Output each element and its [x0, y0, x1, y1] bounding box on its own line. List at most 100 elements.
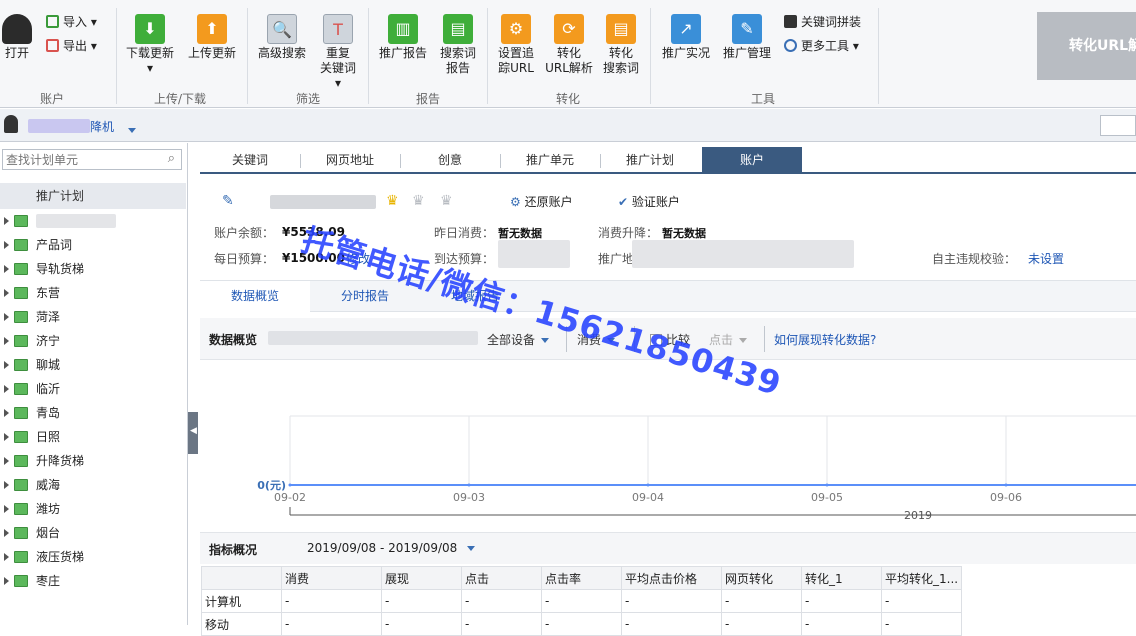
expand-arrow-icon[interactable]: [4, 241, 9, 249]
verify-account-button[interactable]: ✔ 验证账户: [618, 193, 680, 210]
tree-item[interactable]: 烟台: [4, 522, 60, 544]
import-button[interactable]: 导入 ▾: [46, 14, 97, 30]
tree-item[interactable]: 潍坊: [4, 498, 60, 520]
table-cell: -: [621, 612, 722, 636]
tree-item-redacted[interactable]: [4, 210, 116, 232]
date-range-select[interactable]: 2019/09/08 - 2019/09/08: [307, 541, 476, 555]
table-header-cell[interactable]: 平均点击价格: [621, 566, 722, 590]
tree-item[interactable]: 液压货梯: [4, 546, 84, 568]
tree-item[interactable]: 菏泽: [4, 306, 60, 328]
tab-keywords[interactable]: 关键词: [200, 147, 300, 174]
advanced-search-button[interactable]: 🔍 高级搜索: [254, 14, 310, 61]
tree-item[interactable]: 升降货梯: [4, 450, 84, 472]
upload-icon: ⬆: [197, 14, 227, 44]
tree-item[interactable]: 青岛: [4, 402, 60, 424]
table-row: 移动 - - - - - - - -: [201, 612, 963, 636]
folder-icon: [14, 287, 28, 299]
edit-icon[interactable]: ✎: [222, 193, 234, 209]
expand-arrow-icon[interactable]: [4, 481, 9, 489]
expand-arrow-icon[interactable]: [4, 433, 9, 441]
tree-item[interactable]: 东营: [4, 282, 60, 304]
refresh-icon: ⟳: [554, 14, 584, 44]
tree-item[interactable]: 威海: [4, 474, 60, 496]
plan-search-input[interactable]: [3, 150, 153, 169]
convert-url-parse-button[interactable]: ⟳ 转化 URL解析: [544, 14, 594, 76]
expand-arrow-icon[interactable]: [4, 361, 9, 369]
chevron-down-icon[interactable]: [128, 123, 136, 137]
tab-plans[interactable]: 推广计划: [600, 147, 700, 174]
more-tools-button[interactable]: 更多工具 ▾: [784, 38, 859, 54]
table-cell: -: [461, 589, 542, 613]
daily-budget-label: 每日预算：: [214, 252, 275, 266]
expand-arrow-icon[interactable]: [4, 337, 9, 345]
table-cell: -: [381, 612, 462, 636]
x-axis-label: 2019: [904, 509, 932, 522]
search-term-report-button[interactable]: ▤ 搜索词 报告: [434, 14, 482, 76]
search-icon[interactable]: ⌕: [168, 151, 175, 166]
tree-item[interactable]: 临沂: [4, 378, 60, 400]
tree-item[interactable]: 枣庄: [4, 570, 60, 592]
conversion-help-link[interactable]: 如何展现转化数据?: [774, 331, 876, 348]
table-header-cell[interactable]: 点击: [461, 566, 542, 590]
account-search-input[interactable]: [1100, 115, 1136, 136]
tree-item-label: 菏泽: [36, 310, 61, 324]
expand-arrow-icon[interactable]: [4, 505, 9, 513]
divider: [368, 8, 369, 104]
table-header-cell[interactable]: 消费: [281, 566, 382, 590]
table-header-cell[interactable]: 点击率: [541, 566, 622, 590]
open-button[interactable]: 打开: [2, 14, 32, 61]
tab-account[interactable]: 账户: [702, 147, 802, 174]
plan-search-box: ⌕: [2, 149, 182, 170]
expand-arrow-icon[interactable]: [4, 553, 9, 561]
tree-item[interactable]: 导轨货梯: [4, 258, 84, 280]
expand-arrow-icon[interactable]: [4, 577, 9, 585]
date-range-redacted: [268, 331, 478, 345]
tree-item[interactable]: 产品词: [4, 234, 72, 256]
expand-arrow-icon[interactable]: [4, 529, 9, 537]
promo-manage-button[interactable]: ✎ 推广管理: [720, 14, 774, 61]
tree-header: 推广计划: [0, 183, 186, 209]
compliance-link[interactable]: 未设置: [1028, 250, 1064, 267]
table-header-cell[interactable]: 转化_1: [801, 566, 882, 590]
table-header-cell[interactable]: 平均转化_1...: [880, 566, 963, 590]
tree-item[interactable]: 聊城: [4, 354, 60, 376]
spend-change-label: 消费升降：: [598, 226, 659, 240]
tab-creatives[interactable]: 创意: [400, 147, 500, 174]
expand-arrow-icon[interactable]: [4, 409, 9, 417]
sidebar-collapse-handle[interactable]: ◀: [188, 412, 198, 454]
promo-report-button[interactable]: ▥ 推广报告: [376, 14, 430, 61]
report-doc-icon: ▤: [443, 14, 473, 44]
export-button[interactable]: 导出 ▾: [46, 38, 97, 54]
divider: [116, 8, 117, 104]
subtab-overview[interactable]: 数据概览: [200, 281, 310, 312]
expand-arrow-icon[interactable]: [4, 385, 9, 393]
upload-update-button[interactable]: ⬆ 上传更新: [184, 14, 240, 61]
set-tracking-url-button[interactable]: ⚙ 设置追 踪URL: [494, 14, 538, 76]
tree-item[interactable]: 日照: [4, 426, 60, 448]
convert-search-term-button[interactable]: ▤ 转化 搜索词: [598, 14, 644, 76]
table-cell: -: [621, 589, 722, 613]
account-name[interactable]: 降机: [90, 118, 114, 135]
promo-live-button[interactable]: ↗ 推广实况: [658, 14, 714, 61]
tab-units[interactable]: 推广单元: [500, 147, 600, 174]
table-header-cell[interactable]: 网页转化: [721, 566, 802, 590]
tree-item[interactable]: 济宁: [4, 330, 60, 352]
duplicate-keywords-button[interactable]: T 重复 关键词 ▾: [314, 14, 362, 91]
table-cell: -: [721, 612, 802, 636]
medal-icon: ♛: [440, 193, 453, 209]
tree-item-label: 枣庄: [36, 574, 61, 588]
expand-arrow-icon[interactable]: [4, 313, 9, 321]
expand-arrow-icon[interactable]: [4, 265, 9, 273]
download-update-button[interactable]: ⬇ 下载更新 ▾: [122, 14, 178, 76]
expand-arrow-icon[interactable]: [4, 457, 9, 465]
tab-urls[interactable]: 网页地址: [300, 147, 400, 174]
tree-item-label: 日照: [36, 430, 61, 444]
table-header-cell[interactable]: 展现: [381, 566, 462, 590]
data-point: [646, 483, 650, 487]
compliance-label: 自主违规校验：: [932, 252, 1017, 266]
restore-account-button[interactable]: ⚙ 还原账户: [510, 193, 573, 210]
promo-banner[interactable]: 转化URL解: [1037, 12, 1136, 80]
expand-arrow-icon[interactable]: [4, 289, 9, 297]
account-bar: 降机: [0, 109, 1136, 142]
keyword-combine-button[interactable]: 关键词拼装: [784, 14, 861, 30]
